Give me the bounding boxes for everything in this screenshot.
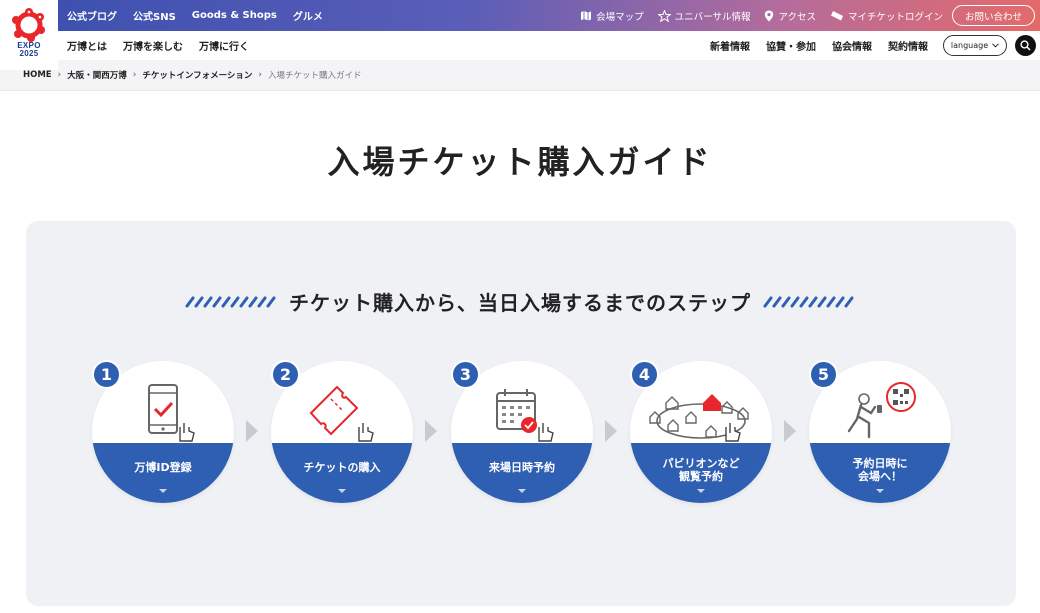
arrow-right-icon	[425, 420, 437, 442]
language-button[interactable]: language	[943, 35, 1007, 56]
link-venue-map[interactable]: 会場マップ	[580, 9, 644, 23]
expo-logo-text: EXPO 2025	[17, 41, 41, 58]
universal-info-label: ユニバーサル情報	[674, 11, 751, 23]
step-number-badge: 3	[451, 360, 480, 389]
main-nav-left: 万博とは 万博を楽しむ 万博に行く	[67, 31, 249, 60]
contact-button[interactable]: お問い合わせ	[952, 5, 1035, 26]
top-right-links: 会場マップ ユニバーサル情報 アクセス マイチケットログイン	[580, 0, 943, 31]
caret-down-icon	[876, 489, 884, 493]
nav-enjoy-expo[interactable]: 万博を楽しむ	[123, 38, 183, 53]
link-universal-info[interactable]: ユニバーサル情報	[657, 9, 751, 23]
search-icon	[1020, 40, 1031, 51]
expo-mascot-logo-icon	[12, 8, 45, 42]
search-button[interactable]	[1015, 35, 1036, 56]
top-bar: 公式ブログ 公式SNS Goods & Shops グルメ 会場マップ ユニバー…	[0, 0, 1040, 31]
nav-contract-info[interactable]: 契約情報	[888, 38, 928, 53]
nav-sponsorship[interactable]: 協賛・参加	[766, 38, 816, 53]
step-2-ticket-purchase[interactable]: チケットの購入 2	[271, 360, 413, 503]
stripe-decoration-icon	[763, 296, 854, 307]
nav-go-to-expo[interactable]: 万博に行く	[199, 38, 249, 53]
breadcrumb-home[interactable]: HOME	[23, 70, 52, 80]
caret-down-icon	[697, 489, 705, 493]
arrow-right-icon	[605, 420, 617, 442]
step-3-visit-reservation[interactable]: 来場日時予約 3	[451, 360, 593, 503]
steps-heading-text: チケット購入から、当日入場するまでのステップ	[289, 291, 751, 315]
access-label: アクセス	[778, 11, 816, 23]
step-label: 万博ID登録	[134, 461, 192, 474]
link-goods-shops[interactable]: Goods & Shops	[192, 10, 277, 21]
link-my-ticket-login[interactable]: マイチケットログイン	[830, 9, 943, 23]
step-number-badge: 2	[271, 360, 300, 389]
steps-heading: チケット購入から、当日入場するまでのステップ	[0, 287, 1040, 316]
caret-down-icon	[159, 489, 167, 493]
language-label: language	[950, 41, 989, 50]
breadcrumb: HOME › 大阪・関西万博 › チケットインフォメーション › 入場チケット購…	[0, 60, 1040, 91]
link-official-blog[interactable]: 公式ブログ	[67, 8, 117, 23]
step-label: チケットの購入	[303, 461, 381, 474]
main-nav: 万博とは 万博を楽しむ 万博に行く 新着情報 協賛・参加 協会情報 契約情報	[0, 31, 1040, 60]
breadcrumb-chevron-icon: ›	[132, 70, 137, 80]
expo-logo[interactable]: EXPO 2025	[0, 0, 58, 70]
arrow-right-icon	[784, 420, 796, 442]
my-ticket-login-label: マイチケットログイン	[847, 11, 943, 23]
step-number-badge: 1	[92, 360, 121, 389]
step-label: 予約日時に 会場へ！	[852, 457, 908, 483]
link-access[interactable]: アクセス	[764, 9, 816, 23]
step-5-visit-venue[interactable]: 予約日時に 会場へ！ 5	[809, 360, 951, 503]
caret-down-icon	[518, 489, 526, 493]
step-label: 来場日時予約	[489, 461, 555, 474]
stripe-decoration-icon	[185, 296, 276, 307]
nav-about-expo[interactable]: 万博とは	[67, 38, 107, 53]
top-left-links: 公式ブログ 公式SNS Goods & Shops グルメ	[67, 0, 323, 31]
step-number-badge: 5	[809, 360, 838, 389]
breadcrumb-ticket-info[interactable]: チケットインフォメーション	[142, 69, 252, 81]
breadcrumb-chevron-icon: ›	[258, 70, 263, 80]
ticket-icon	[830, 10, 843, 20]
nav-association-info[interactable]: 協会情報	[832, 38, 872, 53]
breadcrumb-current: 入場チケット購入ガイド	[268, 71, 362, 81]
step-label: パビリオンなど 観覧予約	[662, 457, 740, 483]
breadcrumb-osaka-expo[interactable]: 大阪・関西万博	[67, 69, 127, 81]
map-icon	[581, 11, 592, 21]
caret-down-icon	[338, 489, 346, 493]
step-4-pavilion-reservation[interactable]: パビリオンなど 観覧予約 4	[630, 360, 772, 503]
nav-news[interactable]: 新着情報	[710, 38, 750, 53]
chevron-down-icon	[992, 43, 999, 48]
link-gourmet[interactable]: グルメ	[293, 8, 323, 23]
location-pin-icon	[765, 10, 774, 21]
arrow-right-icon	[246, 420, 258, 442]
page-title: 入場チケット購入ガイド	[327, 143, 713, 181]
link-official-sns[interactable]: 公式SNS	[133, 8, 176, 23]
main-nav-right: 新着情報 協賛・参加 協会情報 契約情報	[710, 31, 928, 60]
step-number-badge: 4	[630, 360, 659, 389]
step-1-id-registration[interactable]: 万博ID登録 1	[92, 360, 234, 503]
breadcrumb-chevron-icon: ›	[57, 70, 62, 80]
universal-icon	[657, 9, 671, 22]
venue-map-label: 会場マップ	[596, 11, 644, 23]
